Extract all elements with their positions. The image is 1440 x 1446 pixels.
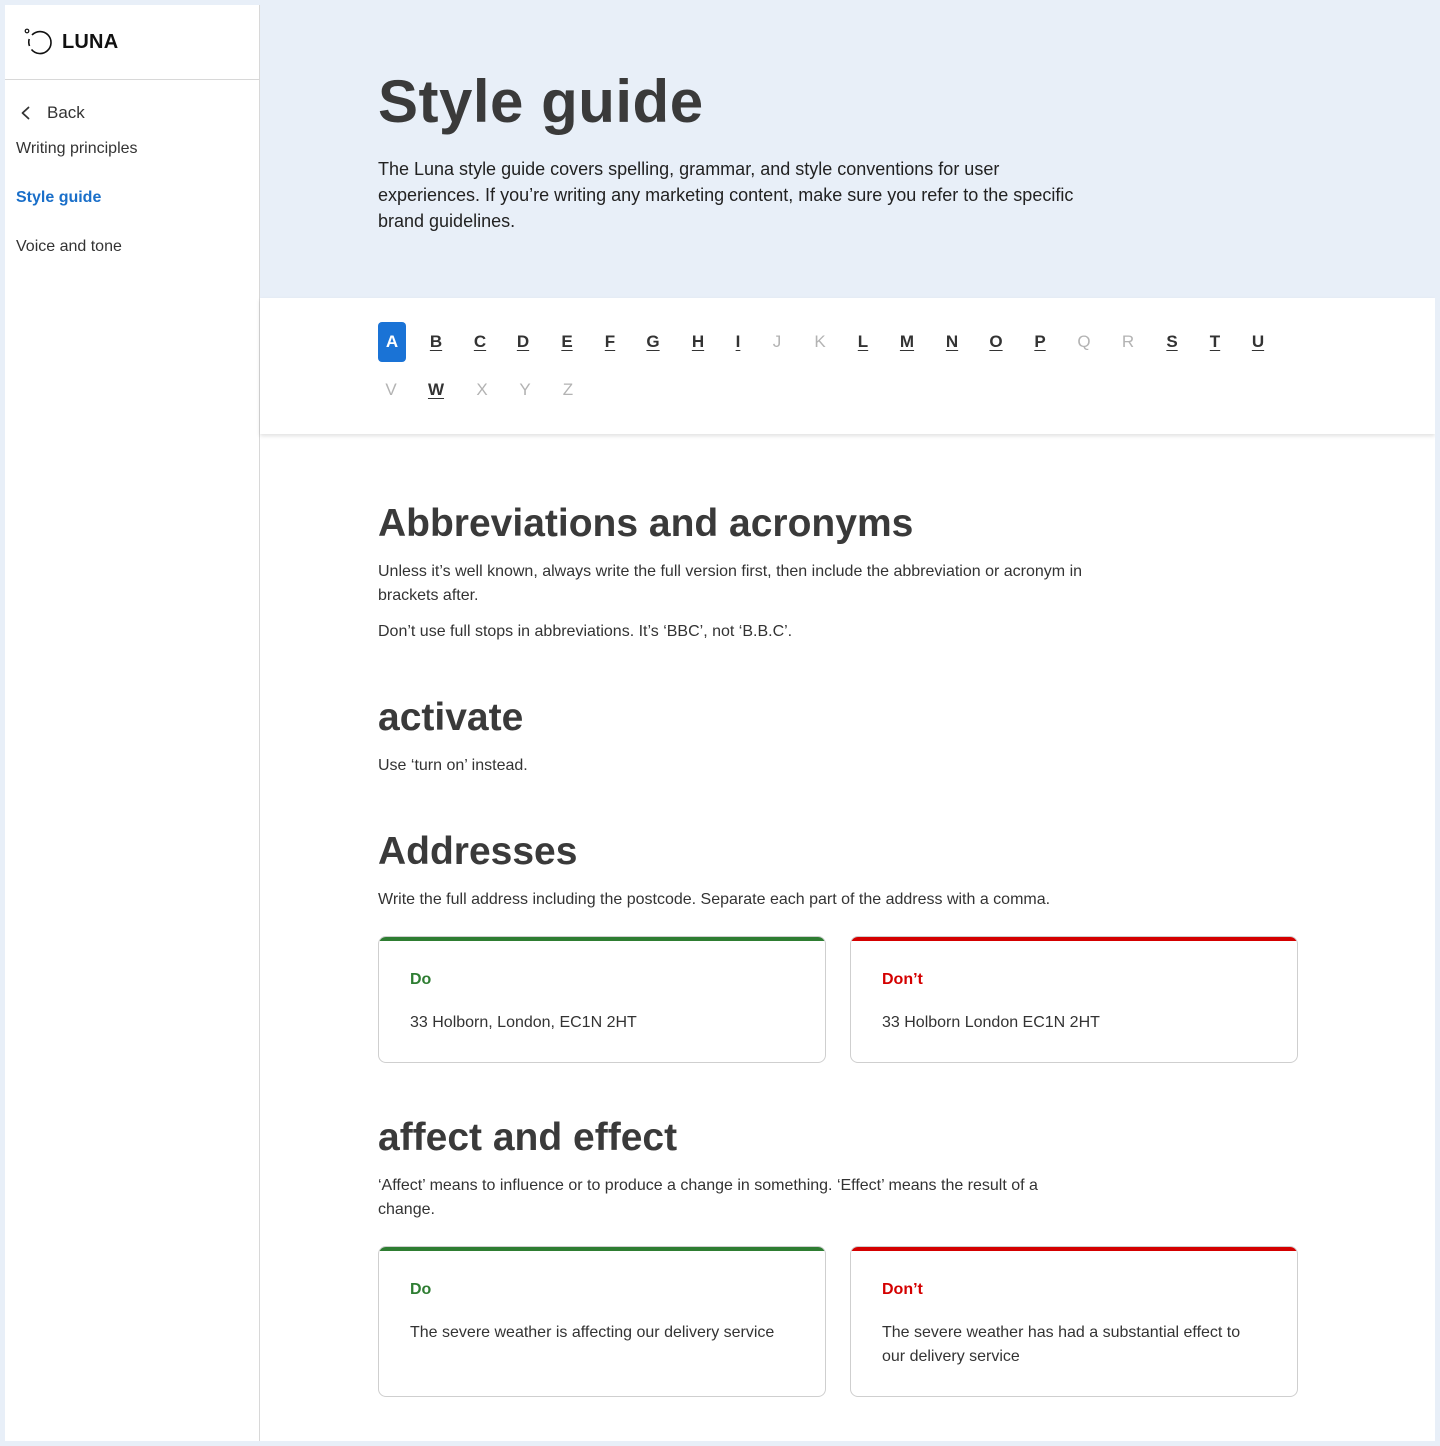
alphabet-letter-e[interactable]: E <box>553 322 581 362</box>
dont-card-title: Don’t <box>882 971 923 988</box>
alphabet-letter-j: J <box>772 332 782 351</box>
back-label: Back <box>47 103 85 122</box>
alphabet-letter-q: Q <box>1077 332 1091 351</box>
dont-card: Don’t The severe weather has had a subst… <box>850 1246 1298 1397</box>
alphabet-letter-s[interactable]: S <box>1158 322 1186 362</box>
sidebar-item-style-guide[interactable]: Style guide <box>5 185 259 234</box>
entry-text: Unless it’s well known, always write the… <box>378 563 1083 604</box>
alphabet-letter-d[interactable]: D <box>509 322 537 362</box>
entry-title-activate: activate <box>378 696 524 739</box>
chevron-left-icon <box>19 106 33 120</box>
alphabet-letter-w[interactable]: W <box>422 370 450 410</box>
alphabet-letter-f[interactable]: F <box>596 322 624 362</box>
dont-card-bar <box>851 937 1297 941</box>
do-card-bar <box>379 937 825 941</box>
dont-card-title: Don’t <box>882 1281 923 1298</box>
alphabet-nav: ABCDEFGHI J K LMNOP Q R STU V W X Y Z <box>260 298 1435 434</box>
dont-card-text: The severe weather has had a substantial… <box>882 1324 1241 1365</box>
do-card-text: 33 Holborn, London, EC1N 2HT <box>410 1014 637 1031</box>
dont-card-text: 33 Holborn London EC1N 2HT <box>882 1014 1100 1031</box>
brand-name: LUNA <box>62 30 119 53</box>
alphabet-letter-r: R <box>1121 332 1135 351</box>
entry-title-addresses: Addresses <box>378 830 578 873</box>
entry-title-abbreviations: Abbreviations and acronyms <box>378 502 914 545</box>
page-intro: The Luna style guide covers spelling, gr… <box>378 159 1074 231</box>
sidebar: LUNA Back Writing principles Style guide… <box>5 5 260 1441</box>
alphabet-letter-p[interactable]: P <box>1026 322 1054 362</box>
do-card: Do The severe weather is affecting our d… <box>378 1246 826 1397</box>
do-card-title: Do <box>410 1281 432 1298</box>
do-card: Do 33 Holborn, London, EC1N 2HT <box>378 936 826 1063</box>
alphabet-letter-k: K <box>814 332 826 351</box>
back-link[interactable]: Back <box>5 100 259 126</box>
do-card-text: The severe weather is affecting our deli… <box>410 1324 775 1341</box>
alphabet-letter-v: V <box>385 380 397 399</box>
alphabet-letter-y: Y <box>519 380 531 399</box>
entry-text: Use ‘turn on’ instead. <box>378 757 528 774</box>
luna-logo-icon <box>23 26 55 58</box>
alphabet-letter-a[interactable]: A <box>378 322 406 362</box>
entry-title-affect-and-effect: affect and effect <box>378 1116 678 1159</box>
alphabet-letter-i[interactable]: I <box>724 322 752 362</box>
alphabet-letter-b[interactable]: B <box>422 322 450 362</box>
do-card-bar <box>379 1247 825 1251</box>
alphabet-letter-t[interactable]: T <box>1201 322 1229 362</box>
alphabet-letter-g[interactable]: G <box>639 322 667 362</box>
sidebar-nav: Writing principles Style guide Voice and… <box>5 136 259 283</box>
alphabet-letter-h[interactable]: H <box>684 322 712 362</box>
sidebar-item-writing-principles[interactable]: Writing principles <box>5 136 259 185</box>
alphabet-letter-n[interactable]: N <box>938 322 966 362</box>
alphabet-letter-x: X <box>476 380 488 399</box>
page-title: Style guide <box>378 68 704 135</box>
alphabet-letter-o[interactable]: O <box>982 322 1010 362</box>
alphabet-letter-c[interactable]: C <box>466 322 494 362</box>
brand[interactable]: LUNA <box>5 5 259 80</box>
do-card-title: Do <box>410 971 432 988</box>
entry-text: ‘Affect’ means to influence or to produc… <box>378 1177 1038 1218</box>
alphabet-letter-m[interactable]: M <box>893 322 921 362</box>
alphabet-letter-l[interactable]: L <box>849 322 877 362</box>
dont-card: Don’t 33 Holborn London EC1N 2HT <box>850 936 1298 1063</box>
page: LUNA Back Writing principles Style guide… <box>5 5 1435 1441</box>
alphabet-letter-z: Z <box>562 380 574 399</box>
alphabet-letter-u[interactable]: U <box>1244 322 1272 362</box>
entry-text: Write the full address including the pos… <box>378 891 1051 908</box>
entry-text: Don’t use full stops in abbreviations. I… <box>378 623 793 640</box>
sidebar-item-voice-and-tone[interactable]: Voice and tone <box>5 234 259 283</box>
hero: Style guide The Luna style guide covers … <box>260 5 1435 298</box>
dont-card-bar <box>851 1247 1297 1251</box>
